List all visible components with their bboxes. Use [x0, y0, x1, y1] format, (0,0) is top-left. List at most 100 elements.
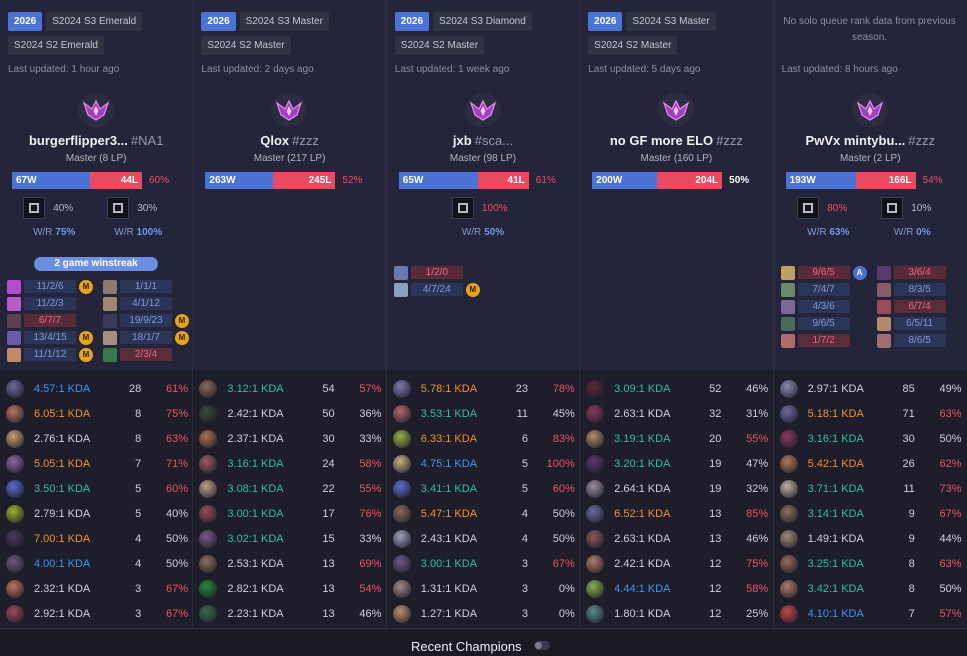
summoner-name[interactable]: jxb #sca... [391, 133, 575, 148]
summoner-name[interactable]: no GF more ELO #zzz [584, 133, 768, 148]
champion-row[interactable]: 7.00:1 KDA 4 50% [6, 526, 188, 551]
champion-row[interactable]: 3.08:1 KDA 22 55% [199, 476, 381, 501]
recent-game[interactable]: 1/2/0 [393, 264, 480, 281]
champion-row[interactable]: 5.78:1 KDA 23 78% [392, 376, 575, 401]
champion-row[interactable]: 2.82:1 KDA 13 54% [199, 576, 381, 601]
champion-row[interactable]: 3.16:1 KDA 24 58% [199, 451, 381, 476]
champion-row[interactable]: 4.10:1 KDA 7 57% [779, 601, 962, 626]
champion-row[interactable]: 6.52:1 KDA 13 85% [586, 501, 768, 526]
season-rank-badge: S2024 S2 Master [394, 36, 485, 55]
champion-winrate: 61% [165, 382, 188, 395]
champion-winrate: 55% [746, 432, 769, 445]
champion-row[interactable]: 1.49:1 KDA 9 44% [779, 526, 962, 551]
champion-games: 32 [709, 407, 722, 420]
champion-row[interactable]: 2.79:1 KDA 5 40% [6, 501, 188, 526]
champion-row[interactable]: 3.09:1 KDA 52 46% [586, 376, 768, 401]
champion-avatar [199, 429, 218, 448]
champion-row[interactable]: 3.71:1 KDA 11 73% [779, 476, 962, 501]
champion-row[interactable]: 3.25:1 KDA 8 63% [779, 551, 962, 576]
game-kda: 9/6/5 [797, 317, 850, 330]
champion-avatar [6, 554, 24, 573]
recent-game[interactable]: 13/4/15 M [7, 329, 93, 346]
champion-row[interactable]: 2.43:1 KDA 4 50% [392, 526, 575, 551]
role-stats: 100% W/R 50% [387, 197, 579, 238]
game-kda: 18/1/7 [120, 331, 172, 344]
champion-row[interactable]: 6.05:1 KDA 8 75% [6, 401, 188, 426]
recent-game[interactable]: 19/9/23 M [103, 312, 189, 329]
recent-game[interactable]: 18/1/7 M [103, 329, 189, 346]
champion-row[interactable]: 3.42:1 KDA 8 50% [779, 576, 962, 601]
champion-row[interactable]: 5.47:1 KDA 4 50% [392, 501, 575, 526]
summoner-name[interactable]: burgerflipper3... #NA1 [4, 133, 188, 148]
losses-segment: 245L [272, 172, 336, 189]
champion-kda: 4.57:1 KDA [34, 382, 91, 395]
champion-row[interactable]: 3.14:1 KDA 9 67% [779, 501, 962, 526]
champion-portrait [780, 333, 795, 348]
champion-row[interactable]: 3.20:1 KDA 19 47% [586, 451, 768, 476]
player-columns: 2026 S2024 S3 Emerald S2024 S2 Emerald Last… [0, 0, 967, 628]
champion-row[interactable]: 3.53:1 KDA 11 45% [392, 401, 575, 426]
champion-row[interactable]: 4.00:1 KDA 4 50% [6, 551, 188, 576]
champion-row[interactable]: 2.63:1 KDA 13 46% [586, 526, 768, 551]
champion-row[interactable]: 4.57:1 KDA 28 61% [6, 376, 188, 401]
recent-game[interactable]: 6/5/11 [876, 315, 963, 332]
ace-badge: A [852, 265, 867, 280]
recent-game[interactable]: 9/6/5 A [780, 264, 867, 281]
recent-game[interactable]: 1/7/2 [780, 332, 867, 349]
recent-game[interactable]: 6/7/7 [7, 312, 93, 329]
recent-game[interactable]: 11/2/6 M [7, 278, 93, 295]
champion-row[interactable]: 2.63:1 KDA 32 31% [586, 401, 768, 426]
recent-game[interactable]: 11/2/3 [7, 295, 93, 312]
champion-row[interactable]: 3.00:1 KDA 3 67% [392, 551, 575, 576]
losses-segment: 204L [657, 172, 723, 189]
champion-row[interactable]: 2.42:1 KDA 50 36% [199, 401, 381, 426]
wins-segment: 65W [398, 172, 479, 189]
champion-row[interactable]: 2.97:1 KDA 85 49% [779, 376, 962, 401]
recent-game[interactable]: 6/7/4 [876, 298, 963, 315]
champion-row[interactable]: 3.41:1 KDA 5 60% [392, 476, 575, 501]
no-rank-data-message: No solo queue rank data from previous se… [783, 16, 956, 43]
champion-row[interactable]: 4.75:1 KDA 5 100% [392, 451, 575, 476]
champion-row[interactable]: 2.37:1 KDA 30 33% [199, 426, 381, 451]
champion-row[interactable]: 3.16:1 KDA 30 50% [779, 426, 962, 451]
recent-champions-toggle[interactable] [534, 641, 550, 650]
champion-row[interactable]: 1.80:1 KDA 12 25% [586, 601, 768, 626]
champion-row[interactable]: 2.76:1 KDA 8 63% [6, 426, 188, 451]
champion-row[interactable]: 5.18:1 KDA 71 63% [779, 401, 962, 426]
summoner-name[interactable]: Qlox #zzz [197, 133, 381, 148]
champion-row[interactable]: 6.33:1 KDA 6 83% [392, 426, 575, 451]
champion-row[interactable]: 3.12:1 KDA 54 57% [199, 376, 381, 401]
champion-row[interactable]: 3.19:1 KDA 20 55% [586, 426, 768, 451]
recent-game[interactable]: 9/6/5 [780, 315, 867, 332]
champion-kda: 4.10:1 KDA [807, 607, 864, 620]
recent-game[interactable]: 8/6/5 [876, 332, 963, 349]
champion-row[interactable]: 2.42:1 KDA 12 75% [586, 551, 768, 576]
champion-row[interactable]: 3.00:1 KDA 17 76% [199, 501, 381, 526]
recent-game[interactable]: 1/1/1 [103, 278, 189, 295]
recent-game[interactable]: 11/1/12 M [7, 346, 93, 363]
champion-games: 19 [709, 482, 722, 495]
champion-row[interactable]: 2.64:1 KDA 19 32% [586, 476, 768, 501]
champion-avatar [199, 479, 218, 498]
recent-game[interactable]: 2/3/4 [103, 346, 189, 363]
summoner-name[interactable]: PwVx mintybu... #zzz [778, 133, 963, 148]
champion-row[interactable]: 3.50:1 KDA 5 60% [6, 476, 188, 501]
champion-games: 17 [322, 507, 335, 520]
champion-row[interactable]: 5.42:1 KDA 26 62% [779, 451, 962, 476]
champion-row[interactable]: 5.05:1 KDA 7 71% [6, 451, 188, 476]
champion-row[interactable]: 3.02:1 KDA 15 33% [199, 526, 381, 551]
recent-game[interactable]: 3/6/4 [876, 264, 963, 281]
champion-row[interactable]: 2.23:1 KDA 13 46% [199, 601, 381, 626]
recent-game[interactable]: 4/7/24 M [393, 281, 480, 298]
champion-winrate: 76% [359, 507, 382, 520]
recent-game[interactable]: 8/3/5 [876, 281, 963, 298]
champion-row[interactable]: 4.44:1 KDA 12 58% [586, 576, 768, 601]
recent-game[interactable]: 7/4/7 [780, 281, 867, 298]
champion-row[interactable]: 2.92:1 KDA 3 67% [6, 601, 188, 626]
champion-row[interactable]: 2.53:1 KDA 13 69% [199, 551, 381, 576]
champion-row[interactable]: 1.31:1 KDA 3 0% [392, 576, 575, 601]
champion-row[interactable]: 2.32:1 KDA 3 67% [6, 576, 188, 601]
recent-game[interactable]: 4/1/12 [103, 295, 189, 312]
recent-game[interactable]: 4/3/6 [780, 298, 867, 315]
champion-row[interactable]: 1.27:1 KDA 3 0% [392, 601, 575, 626]
